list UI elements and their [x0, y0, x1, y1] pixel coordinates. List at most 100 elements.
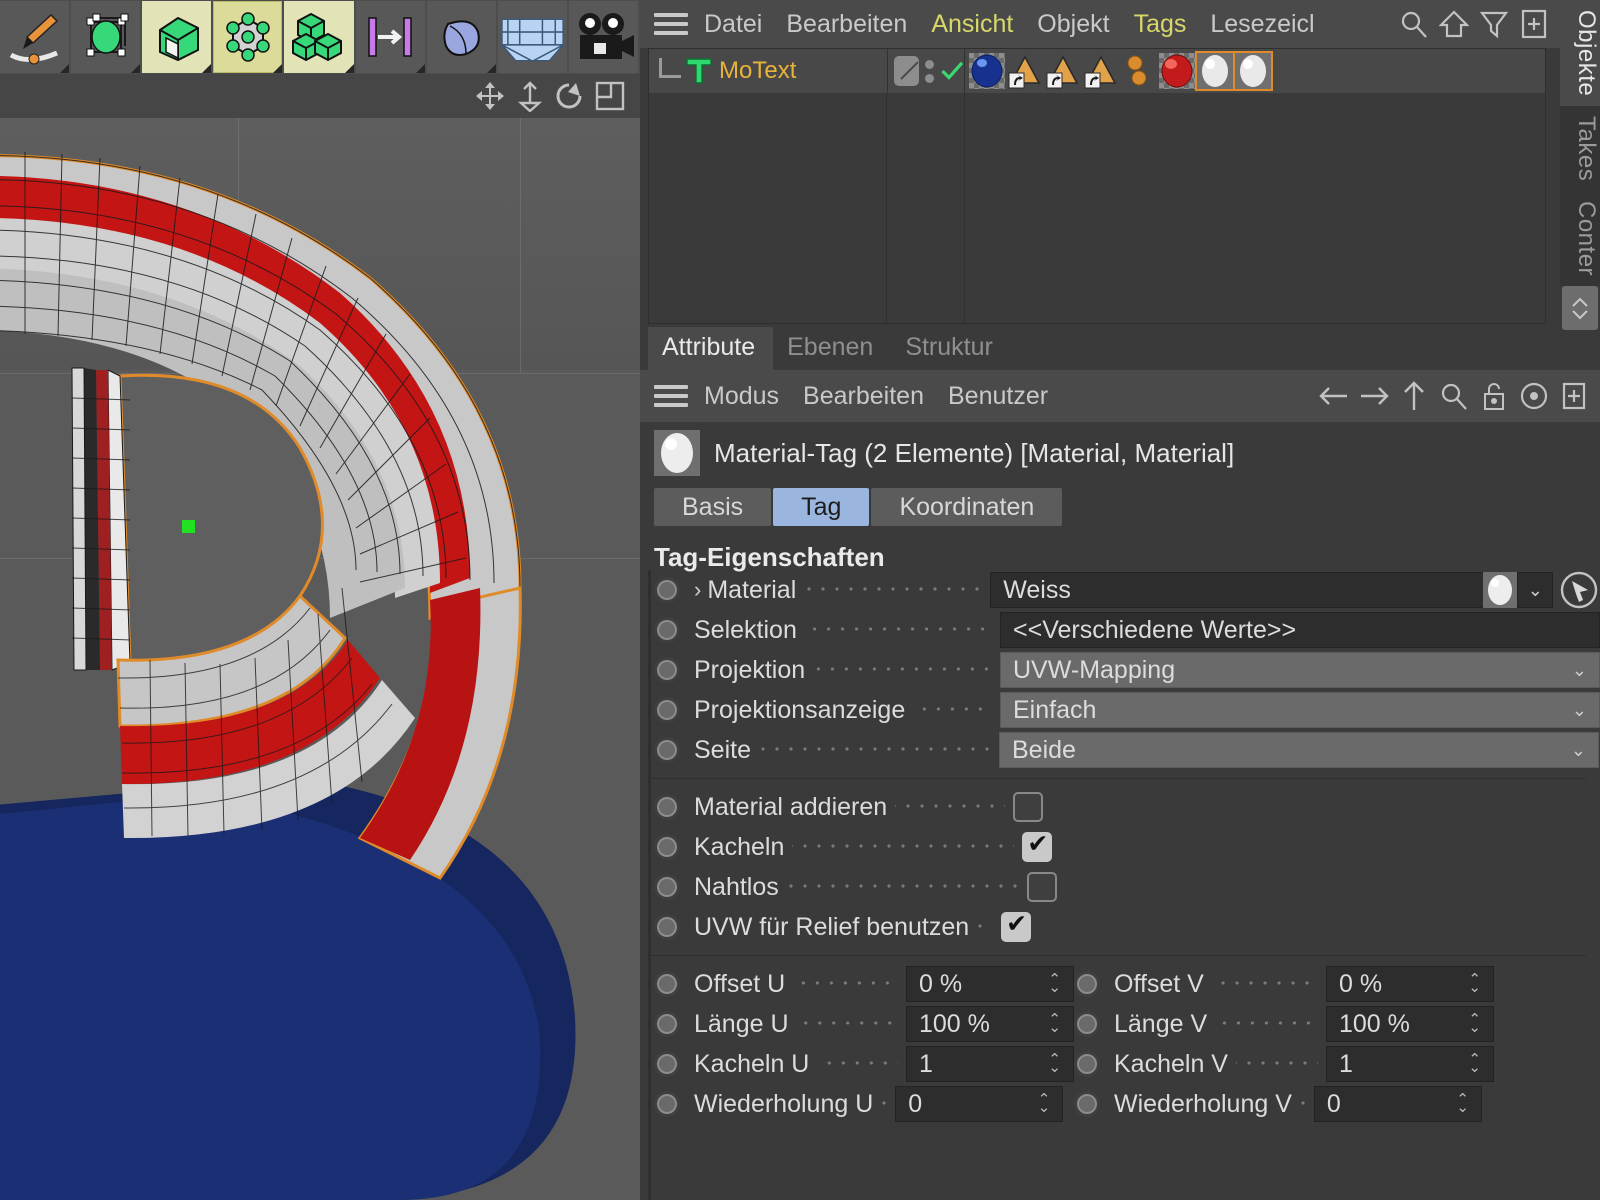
vtab-takes[interactable]: Takes: [1560, 106, 1600, 192]
field-selektion[interactable]: <<Verschiedene Werte>>: [1000, 612, 1600, 648]
menu-ansicht[interactable]: Ansicht: [931, 10, 1013, 39]
expander-icon[interactable]: ›: [694, 577, 701, 603]
make-editable-tool[interactable]: [71, 1, 141, 73]
menu-modus[interactable]: Modus: [704, 382, 779, 411]
animation-knob[interactable]: [654, 697, 680, 723]
property-row-wiederholung[interactable]: Wiederholung U 0 ⌃ ⌄ Wiederholung V 0 ⌃ …: [640, 1084, 1600, 1124]
cache-proxy-tag-3[interactable]: [1083, 53, 1119, 89]
spinner-icon[interactable]: ⌃ ⌄: [1468, 1012, 1481, 1035]
object-row-motext[interactable]: MoText: [649, 49, 1545, 93]
object-manager-menu-icon[interactable]: [654, 13, 688, 35]
material-tag-white-2[interactable]: [1233, 51, 1273, 93]
cache-proxy-tag-2[interactable]: [1045, 53, 1081, 89]
animation-knob[interactable]: [1074, 1091, 1100, 1117]
subtab-basis[interactable]: Basis: [654, 488, 772, 526]
scale-icon[interactable]: [510, 76, 550, 116]
vtab-objekte[interactable]: Objekte: [1560, 0, 1600, 107]
animation-knob[interactable]: [654, 577, 680, 603]
menu-tags[interactable]: Tags: [1134, 10, 1187, 39]
object-layer-cell[interactable]: [887, 49, 965, 93]
property-row-laenge[interactable]: Länge U 100 % ⌃ ⌄ Länge V 100 % ⌃ ⌄: [640, 1004, 1600, 1044]
material-picker-button[interactable]: [1559, 570, 1599, 610]
material-tag-blue[interactable]: [969, 53, 1005, 89]
field-offset-v[interactable]: 0 % ⌃ ⌄: [1326, 966, 1494, 1002]
menu-objekt[interactable]: Objekt: [1037, 10, 1109, 39]
move-icon[interactable]: [470, 76, 510, 116]
spinner-icon[interactable]: ⌃ ⌄: [1456, 1092, 1469, 1115]
animation-knob[interactable]: [654, 1091, 680, 1117]
property-row-offset[interactable]: Offset U 0 % ⌃ ⌄ Offset V 0 % ⌃ ⌄: [640, 964, 1600, 1004]
property-row-material-addieren[interactable]: Material addieren: [640, 787, 1600, 827]
menu-datei[interactable]: Datei: [704, 10, 762, 39]
subtab-tag[interactable]: Tag: [773, 488, 870, 526]
point-mode-tool[interactable]: [213, 1, 283, 73]
menu-bearbeiten-attr[interactable]: Bearbeiten: [803, 382, 924, 411]
spinner-icon[interactable]: ⌃ ⌄: [1468, 972, 1481, 995]
field-laenge-u[interactable]: 100 % ⌃ ⌄: [906, 1006, 1074, 1042]
tab-attribute[interactable]: Attribute: [648, 327, 774, 370]
menu-lesezeichen[interactable]: Lesezeicl: [1210, 10, 1314, 39]
field-wiederholung-u[interactable]: 0 ⌃ ⌄: [895, 1086, 1064, 1122]
menu-benutzer[interactable]: Benutzer: [948, 382, 1048, 411]
search-icon[interactable]: [1394, 4, 1434, 44]
field-offset-u[interactable]: 0 % ⌃ ⌄: [906, 966, 1074, 1002]
property-row-kacheln-uv[interactable]: Kacheln U 1 ⌃ ⌄ Kacheln V 1 ⌃ ⌄: [640, 1044, 1600, 1084]
attribute-manager-menu-icon[interactable]: [654, 385, 688, 407]
field-wiederholung-v[interactable]: 0 ⌃ ⌄: [1313, 1086, 1482, 1122]
property-row-seite[interactable]: Seite Beide ⌄: [640, 730, 1600, 770]
up-arrow-icon[interactable]: [1394, 376, 1434, 416]
visibility-dots[interactable]: [924, 59, 934, 83]
grid-snap-tool[interactable]: [497, 1, 567, 73]
animation-knob[interactable]: [654, 1011, 680, 1037]
checkbox-kacheln[interactable]: [1022, 829, 1053, 862]
filter-icon[interactable]: [1474, 4, 1514, 44]
field-kacheln-u[interactable]: 1 ⌃ ⌄: [906, 1046, 1074, 1082]
spinner-icon[interactable]: ⌃ ⌄: [1038, 1092, 1051, 1115]
vertical-scroll-handle[interactable]: [1562, 286, 1598, 330]
spinner-icon[interactable]: ⌃ ⌄: [1468, 1052, 1481, 1075]
property-row-selektion[interactable]: Selektion <<Verschiedene Werte>>: [640, 610, 1600, 650]
tab-struktur[interactable]: Struktur: [891, 327, 1011, 370]
checkbox-material-addieren[interactable]: [1013, 792, 1044, 822]
add-panel-icon[interactable]: [1514, 4, 1554, 44]
spinner-icon[interactable]: ⌃ ⌄: [1048, 1012, 1061, 1035]
layout-icon[interactable]: [590, 76, 630, 116]
field-seite[interactable]: Beide ⌄: [998, 732, 1599, 768]
field-projektion[interactable]: UVW-Mapping ⌄: [1000, 652, 1600, 688]
checkbox-uvw-relief[interactable]: [1001, 909, 1032, 942]
spinner-icon[interactable]: ⌃ ⌄: [1048, 1052, 1061, 1075]
animation-knob[interactable]: [654, 737, 680, 763]
rotate-icon[interactable]: [550, 76, 590, 116]
property-row-projektionsanzeige[interactable]: Projektionsanzeige Einfach ⌄: [640, 690, 1600, 730]
home-icon[interactable]: [1434, 4, 1474, 44]
animation-knob[interactable]: [1074, 1051, 1100, 1077]
check-icon[interactable]: [940, 57, 965, 85]
object-name-cell[interactable]: MoText: [649, 49, 887, 93]
field-material[interactable]: Weiss: [990, 572, 1486, 608]
material-dropdown-button[interactable]: ⌄: [1517, 572, 1554, 608]
animation-knob[interactable]: [654, 914, 680, 940]
layer-chip-icon[interactable]: [894, 56, 919, 86]
checkbox-nahtlos[interactable]: [1026, 872, 1057, 902]
model-mode-tool[interactable]: [142, 1, 212, 73]
property-row-uvw-relief[interactable]: UVW für Relief benutzen: [640, 907, 1600, 947]
cluster-tag[interactable]: [1121, 53, 1157, 89]
field-projektionsanzeige[interactable]: Einfach ⌄: [1000, 692, 1600, 728]
field-kacheln-v[interactable]: 1 ⌃ ⌄: [1326, 1046, 1494, 1082]
material-tag-red[interactable]: [1159, 53, 1195, 91]
camera-tool[interactable]: [568, 1, 638, 73]
animation-knob[interactable]: [1074, 971, 1100, 997]
polygon-mode-tool[interactable]: [284, 1, 354, 73]
tab-ebenen[interactable]: Ebenen: [773, 327, 891, 370]
animation-knob[interactable]: [654, 617, 680, 643]
back-arrow-icon[interactable]: [1314, 376, 1354, 416]
animation-knob[interactable]: [654, 1051, 680, 1077]
vtab-content-browser[interactable]: Conter: [1560, 191, 1600, 287]
field-laenge-v[interactable]: 100 % ⌃ ⌄: [1326, 1006, 1494, 1042]
property-row-kacheln[interactable]: Kacheln: [640, 827, 1600, 867]
property-row-projektion[interactable]: Projektion UVW-Mapping ⌄: [640, 650, 1600, 690]
animation-knob[interactable]: [654, 971, 680, 997]
animation-knob[interactable]: [654, 834, 680, 860]
axis-mode-tool[interactable]: [355, 1, 425, 73]
property-row-nahtlos[interactable]: Nahtlos: [640, 867, 1600, 907]
